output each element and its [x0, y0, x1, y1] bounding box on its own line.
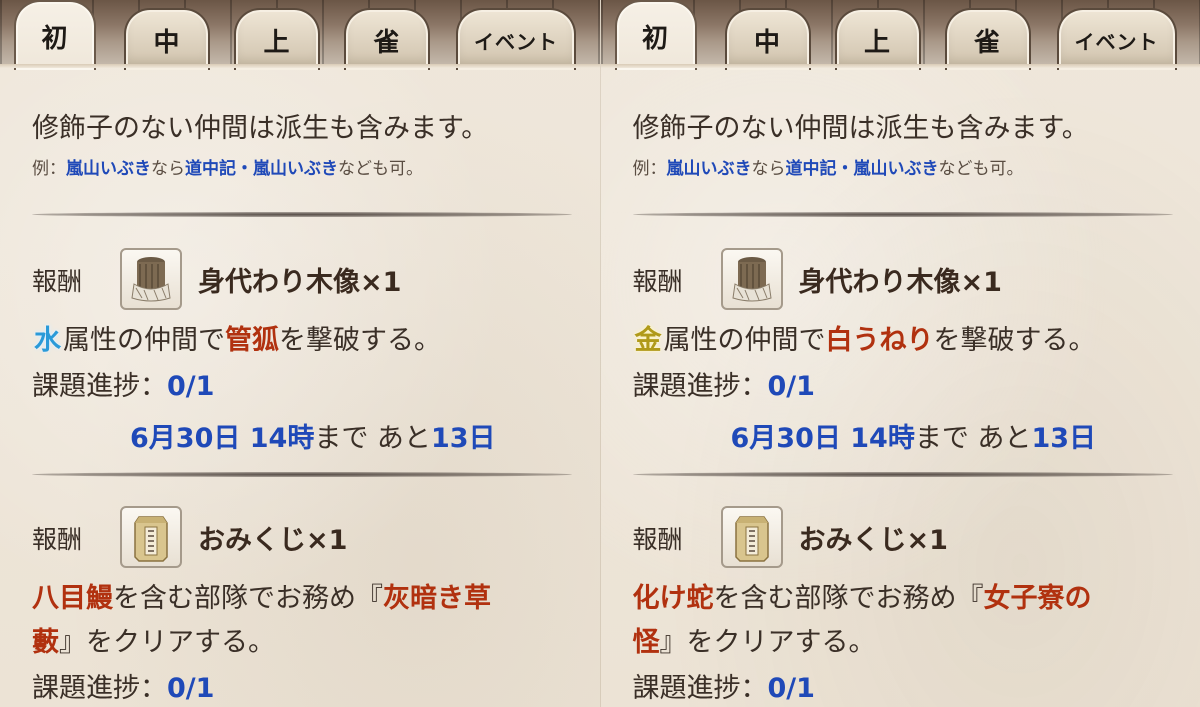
quest-progress: 課題進捗：0/1	[633, 364, 815, 403]
progress-label: 課題進捗：	[32, 673, 167, 704]
mission-name: 灰暗き草	[383, 583, 491, 614]
quest-condition-cont: 怪』をクリアする。	[633, 620, 876, 659]
quest-progress: 課題進捗：0/1	[633, 666, 815, 705]
note-example-mid: なら	[151, 159, 185, 179]
tab-advanced[interactable]: 上	[834, 8, 921, 70]
deadline-days: 13日	[1031, 423, 1097, 454]
deadline-date: 6月30日 14時	[730, 423, 915, 454]
divider	[32, 472, 572, 477]
note-example-suffix: なども可。	[338, 159, 423, 179]
progress-value: 0/1	[767, 673, 815, 704]
reward-label: 報酬	[632, 267, 683, 296]
condition-text-a: を含む部隊でお務め『	[113, 583, 383, 614]
progress-label: 課題進捗：	[632, 371, 768, 402]
note-example-name-b: 道中記・嵐山いぶき	[785, 159, 939, 179]
reward-label: 報酬	[32, 525, 83, 554]
progress-label: 課題進捗：	[32, 371, 167, 402]
quest-condition: 化け蛇を含む部隊でお務め『女子寮の	[633, 576, 1092, 615]
reward-name: 身代わり木像×1	[798, 267, 1002, 298]
quest-deadline: 6月30日 14時まで あと13日	[130, 416, 496, 455]
reward-label: 報酬	[32, 267, 83, 296]
quest-panel-right: 初 中 上 雀 イベント 修飾子のない仲間は派生も含みます。 例：嵐山いぶきなら…	[599, 0, 1200, 707]
condition-text-b: を撃破する。	[933, 325, 1096, 356]
quest-condition-cont: 藪』をクリアする。	[32, 620, 275, 659]
condition-text-a: 属性の仲間で	[63, 325, 225, 356]
reward-name: おみくじ×1	[198, 525, 348, 556]
target-name: 白うねり	[825, 325, 934, 356]
note-example-name-b: 道中記・嵐山いぶき	[185, 159, 338, 179]
tab-intermediate[interactable]: 中	[724, 8, 811, 70]
deadline-until: まで あと	[314, 423, 431, 454]
note-example-name-a: 嵐山いぶき	[66, 159, 151, 179]
wooden-statue-icon	[720, 248, 783, 310]
condition-text-a: 属性の仲間で	[663, 325, 826, 356]
progress-value: 0/1	[167, 371, 215, 402]
progress-label: 課題進捗：	[632, 673, 768, 704]
note-example-suffix: なども可。	[938, 159, 1024, 179]
divider	[632, 472, 1173, 477]
water-attribute-badge: 水	[34, 325, 61, 356]
tab-beginner[interactable]: 初	[14, 0, 96, 70]
omikuji-box-icon	[720, 506, 783, 568]
reward-label: 報酬	[632, 525, 683, 554]
target-name: 管狐	[225, 325, 279, 356]
note-example: 例：嵐山いぶきなら道中記・嵐山いぶきなども可。	[32, 154, 423, 179]
wooden-statue-icon	[120, 248, 182, 310]
note-example-prefix: 例：	[632, 159, 667, 179]
deadline-days: 13日	[430, 423, 496, 454]
quest-progress: 課題進捗：0/1	[32, 364, 214, 403]
quest-condition: 水属性の仲間で管狐を撃破する。	[32, 318, 441, 357]
omikuji-box-icon	[120, 506, 182, 568]
tab-event[interactable]: イベント	[1056, 8, 1177, 70]
note-example-name-a: 嵐山いぶき	[666, 159, 752, 179]
tab-intermediate[interactable]: 中	[124, 8, 210, 70]
quest-condition: 金属性の仲間で白うねりを撃破する。	[633, 318, 1096, 357]
note-example-prefix: 例：	[32, 159, 66, 179]
reward-name: 身代わり木像×1	[198, 267, 402, 298]
tab-bar: 初 中 上 雀 イベント	[0, 0, 600, 70]
note-text: 修飾子のない仲間は派生も含みます。	[32, 113, 489, 144]
quest-progress: 課題進捗：0/1	[32, 666, 214, 705]
note-text: 修飾子のない仲間は派生も含みます。	[632, 113, 1089, 144]
tab-advanced[interactable]: 上	[234, 8, 320, 70]
deadline-until: まで あと	[914, 423, 1032, 454]
mission-name-cont: 藪	[32, 627, 59, 658]
quest-panel-left: 初 中 上 雀 イベント 修飾子のない仲間は派生も含みます。 例：嵐山いぶきなら…	[0, 0, 600, 707]
tab-bar: 初 中 上 雀 イベント	[600, 0, 1200, 70]
tab-mahjong[interactable]: 雀	[344, 8, 430, 70]
tab-beginner[interactable]: 初	[614, 0, 697, 70]
quest-deadline: 6月30日 14時まで あと13日	[731, 416, 1097, 455]
quest-condition: 八目鰻を含む部隊でお務め『灰暗き草	[32, 576, 491, 615]
reward-name: おみくじ×1	[798, 525, 948, 556]
condition-text-b: を撃破する。	[279, 325, 441, 356]
mission-name-cont: 怪	[632, 627, 660, 658]
deadline-date: 6月30日 14時	[130, 423, 315, 454]
condition-text-b: 』をクリアする。	[59, 627, 275, 658]
metal-attribute-badge: 金	[634, 325, 662, 356]
divider	[632, 212, 1173, 217]
mission-name: 女子寮の	[983, 583, 1092, 614]
target-name: 化け蛇	[632, 583, 714, 614]
progress-value: 0/1	[767, 371, 815, 402]
tab-event[interactable]: イベント	[456, 8, 576, 70]
note-example: 例：嵐山いぶきなら道中記・嵐山いぶきなども可。	[633, 154, 1024, 179]
target-name: 八目鰻	[32, 583, 113, 614]
condition-text-b: 』をクリアする。	[659, 627, 876, 658]
progress-value: 0/1	[167, 673, 215, 704]
tab-mahjong[interactable]: 雀	[944, 8, 1031, 70]
condition-text-a: を含む部隊でお務め『	[713, 583, 984, 614]
note-example-mid: なら	[751, 159, 786, 179]
divider	[32, 212, 572, 217]
